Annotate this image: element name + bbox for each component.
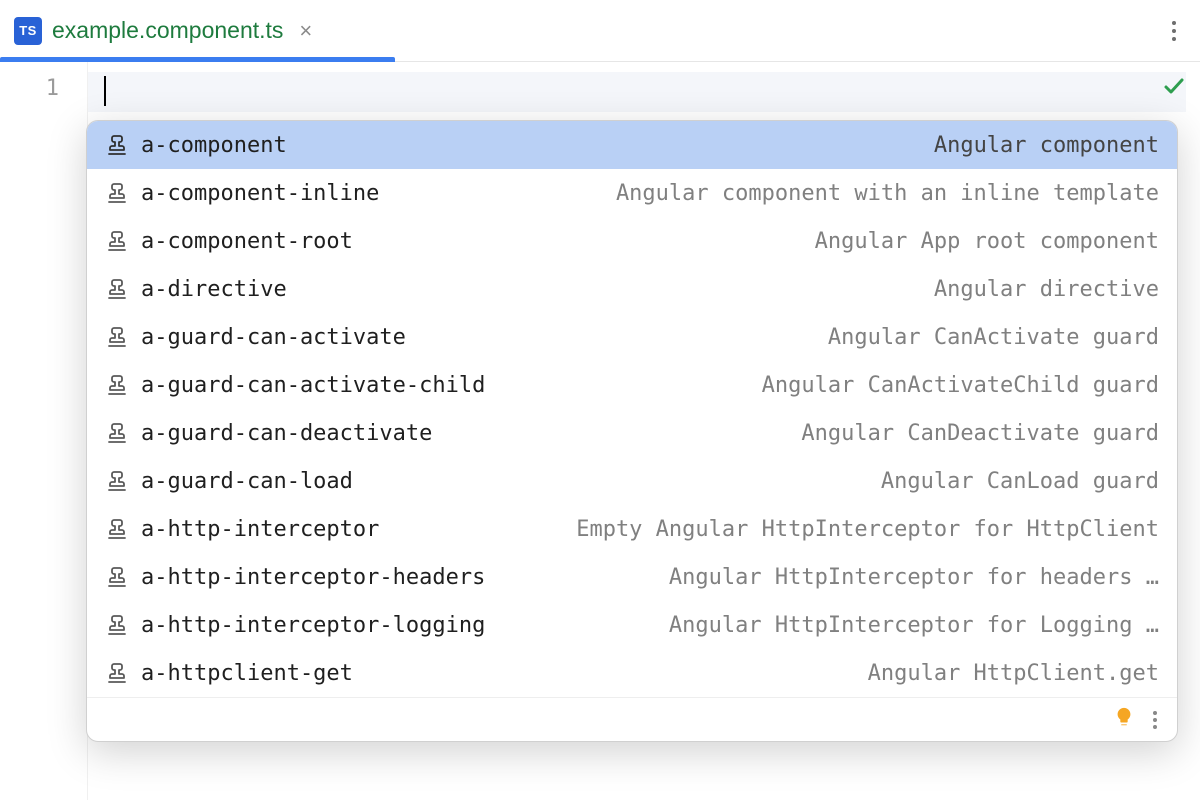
completion-item-name: a-guard-can-deactivate [141, 421, 432, 446]
typescript-file-icon: TS [14, 17, 42, 45]
live-template-icon [105, 469, 129, 493]
completion-item-description: Angular HttpInterceptor for Logging … [669, 613, 1159, 638]
editor-gutter: 1 [0, 62, 88, 800]
editor-tab-bar: TS example.component.ts × [0, 0, 1200, 62]
completion-item-name: a-guard-can-load [141, 469, 353, 494]
completion-item[interactable]: a-directive Angular directive [87, 265, 1177, 313]
completion-item[interactable]: a-component-root Angular App root compone… [87, 217, 1177, 265]
completion-item-description: Angular CanLoad guard [881, 469, 1159, 494]
completion-item-name: a-http-interceptor [141, 517, 379, 542]
text-caret [104, 76, 106, 106]
completion-item[interactable]: a-http-interceptor Empty Angular HttpInte… [87, 505, 1177, 553]
completion-item-name: a-guard-can-activate [141, 325, 406, 350]
completion-item-description: Angular CanActivateChild guard [762, 373, 1159, 398]
live-template-icon [105, 421, 129, 445]
completion-item[interactable]: a-http-interceptor-logging Angular HttpIn… [87, 601, 1177, 649]
completion-item-description: Empty Angular HttpInterceptor for HttpCl… [576, 517, 1159, 542]
completion-item-description: Angular component with an inline templat… [616, 181, 1159, 206]
close-tab-button[interactable]: × [293, 18, 318, 44]
live-template-icon [105, 277, 129, 301]
completion-item-description: Angular HttpInterceptor for headers … [669, 565, 1159, 590]
completion-item-name: a-component [141, 133, 287, 158]
live-template-icon [105, 181, 129, 205]
live-template-icon [105, 661, 129, 685]
intention-bulb-icon[interactable] [1113, 706, 1135, 734]
completion-item[interactable]: a-guard-can-activate Angular CanActivate … [87, 313, 1177, 361]
live-template-icon [105, 517, 129, 541]
completion-item-description: Angular CanActivate guard [828, 325, 1159, 350]
inspection-status-ok-icon[interactable] [1162, 74, 1186, 105]
completion-item-name: a-guard-can-activate-child [141, 373, 485, 398]
completion-item[interactable]: a-component-inline Angular component with… [87, 169, 1177, 217]
completion-popup-footer [87, 697, 1177, 741]
completion-item-description: Angular component [934, 133, 1159, 158]
completion-item-description: Angular directive [934, 277, 1159, 302]
completion-item[interactable]: a-guard-can-deactivate Angular CanDeactiv… [87, 409, 1177, 457]
completion-item-name: a-http-interceptor-headers [141, 565, 485, 590]
tab-bar-more-button[interactable] [1156, 21, 1192, 41]
current-line-highlight [88, 72, 1186, 112]
completion-item[interactable]: a-guard-can-load Angular CanLoad guard [87, 457, 1177, 505]
completion-item-name: a-httpclient-get [141, 661, 353, 686]
completion-item[interactable]: a-http-interceptor-headers Angular HttpIn… [87, 553, 1177, 601]
live-template-icon [105, 229, 129, 253]
completion-item-description: Angular HttpClient.get [868, 661, 1159, 686]
file-tab[interactable]: TS example.component.ts × [0, 0, 332, 62]
completion-item[interactable]: a-component Angular component [87, 121, 1177, 169]
code-completion-popup: a-component Angular component a-component-… [86, 120, 1178, 742]
completion-item[interactable]: a-httpclient-get Angular HttpClient.get [87, 649, 1177, 697]
live-template-icon [105, 133, 129, 157]
live-template-icon [105, 565, 129, 589]
completion-item-name: a-http-interceptor-logging [141, 613, 485, 638]
completion-item-description: Angular App root component [815, 229, 1159, 254]
completion-item-description: Angular CanDeactivate guard [801, 421, 1159, 446]
live-template-icon [105, 613, 129, 637]
line-number: 1 [0, 76, 59, 101]
live-template-icon [105, 325, 129, 349]
completion-item-name: a-directive [141, 277, 287, 302]
completion-item-name: a-component-inline [141, 181, 379, 206]
file-tab-title: example.component.ts [52, 17, 283, 44]
completion-item[interactable]: a-guard-can-activate-child Angular CanAct… [87, 361, 1177, 409]
completion-item-name: a-component-root [141, 229, 353, 254]
live-template-icon [105, 373, 129, 397]
completion-popup-more-button[interactable] [1147, 705, 1163, 735]
